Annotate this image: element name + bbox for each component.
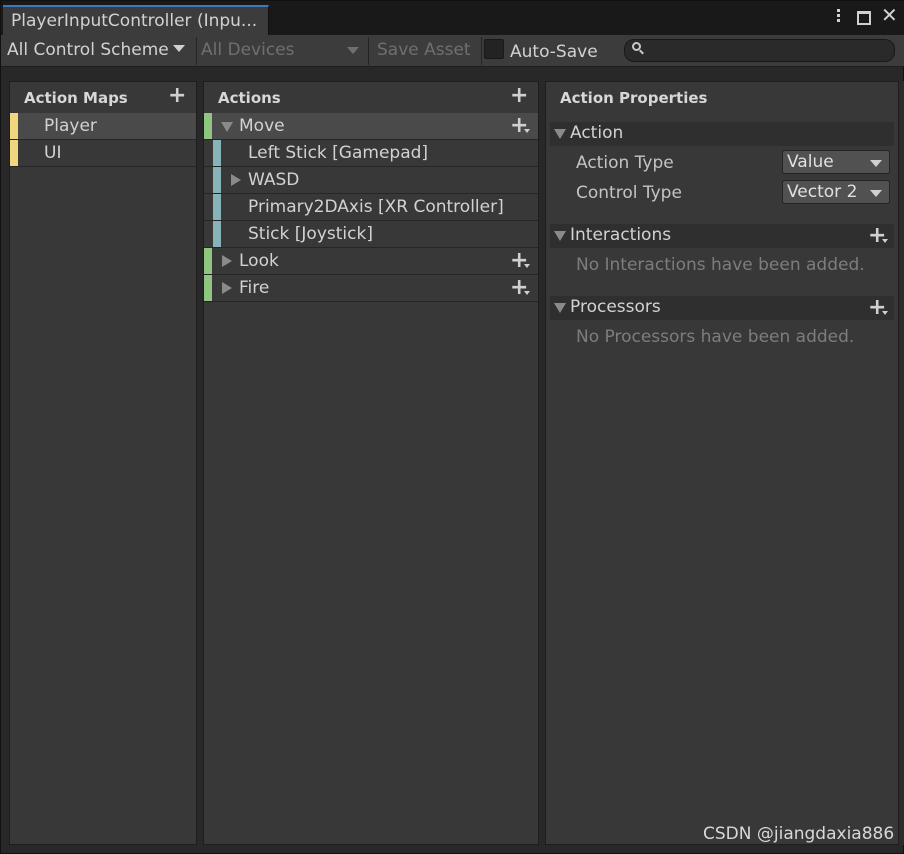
action-label: Fire — [239, 278, 270, 298]
action-maps-title: Action Maps — [24, 89, 128, 107]
window-tab[interactable]: PlayerInputController (Inpu... — [3, 5, 269, 35]
action-properties-header: Action Properties — [546, 82, 898, 112]
expand-arrow-icon — [554, 129, 566, 139]
interactions-empty-message: No Interactions have been added. — [576, 255, 865, 275]
action-maps-panel: Action Maps + Player UI — [9, 81, 197, 845]
expand-arrow-icon[interactable] — [222, 255, 232, 267]
close-icon[interactable]: ✕ — [881, 5, 898, 25]
binding-color-bar — [213, 194, 221, 220]
action-type-dropdown[interactable]: Value — [782, 150, 890, 174]
action-maps-list: Player UI — [10, 112, 196, 844]
expand-arrow-icon[interactable] — [221, 122, 233, 132]
window-tab-title: PlayerInputController (Inpu... — [11, 11, 258, 31]
action-label: Look — [239, 251, 279, 271]
maximize-icon[interactable] — [857, 11, 871, 25]
binding-color-bar — [213, 140, 221, 166]
action-maps-header: Action Maps + — [10, 82, 196, 112]
tab-bar: PlayerInputController (Inpu... ✕ — [1, 1, 904, 35]
action-map-label: UI — [44, 143, 62, 163]
action-color-bar — [204, 248, 212, 274]
action-map-label: Player — [44, 116, 97, 136]
toolbar-divider — [196, 37, 197, 65]
toolbar: All Control Scheme All Devices Save Asse… — [1, 35, 904, 67]
binding-label: WASD — [248, 170, 300, 190]
binding-color-bar — [213, 221, 221, 247]
binding-label: Left Stick [Gamepad] — [248, 143, 429, 163]
processors-empty-message: No Processors have been added. — [576, 327, 855, 347]
action-label: Move — [239, 116, 285, 136]
action-section-title: Action — [570, 123, 624, 143]
actions-header: Actions + — [204, 82, 538, 112]
toolbar-divider — [368, 37, 369, 65]
action-map-item-player[interactable]: Player — [10, 113, 196, 140]
add-processor-icon[interactable]: + — [868, 297, 889, 319]
interactions-section-title: Interactions — [570, 225, 672, 245]
binding-item[interactable]: Stick [Joystick] — [204, 221, 538, 248]
input-actions-window: PlayerInputController (Inpu... ✕ All Con… — [0, 0, 904, 854]
composite-binding-item[interactable]: WASD — [204, 167, 538, 194]
binding-color-bar — [213, 167, 221, 193]
chevron-down-icon — [870, 160, 882, 167]
auto-save-checkbox[interactable] — [484, 39, 504, 59]
devices-label: All Devices — [201, 40, 295, 60]
control-scheme-dropdown[interactable]: All Control Scheme — [7, 35, 185, 66]
add-interaction-icon[interactable]: + — [868, 225, 889, 247]
expand-arrow-icon[interactable] — [222, 282, 232, 294]
action-type-value: Value — [787, 152, 834, 172]
chevron-down-icon — [172, 45, 185, 52]
actions-title: Actions — [218, 89, 281, 107]
action-properties-body: Action Action Type Value Control Type Ve… — [546, 112, 898, 844]
binding-item[interactable]: Primary2DAxis [XR Controller] — [204, 194, 538, 221]
toolbar-divider — [481, 37, 482, 65]
add-action-button[interactable]: + — [510, 85, 528, 107]
binding-item[interactable]: Left Stick [Gamepad] — [204, 140, 538, 167]
processors-section-header[interactable]: Processors + — [550, 296, 894, 320]
processors-section-title: Processors — [570, 297, 661, 317]
action-item-move[interactable]: Move + — [204, 113, 538, 140]
binding-label: Primary2DAxis [XR Controller] — [248, 197, 504, 217]
add-binding-icon[interactable]: + — [510, 277, 531, 299]
interactions-section-header[interactable]: Interactions + — [550, 224, 894, 248]
search-icon — [632, 42, 641, 51]
control-type-value: Vector 2 — [787, 182, 858, 202]
window-edge — [899, 81, 904, 845]
action-map-color-bar — [10, 113, 18, 139]
watermark: CSDN @jiangdaxia886 — [703, 824, 895, 844]
expand-arrow-icon — [554, 231, 566, 241]
binding-label: Stick [Joystick] — [248, 224, 373, 244]
action-item-look[interactable]: Look + — [204, 248, 538, 275]
action-color-bar — [204, 113, 212, 139]
add-action-map-button[interactable]: + — [168, 85, 186, 107]
control-scheme-label: All Control Scheme — [7, 40, 169, 60]
action-map-color-bar — [10, 140, 18, 166]
actions-panel: Actions + Move + Left Stick [Gamepad] WA… — [203, 81, 539, 845]
chevron-down-icon — [347, 47, 359, 54]
kebab-menu-icon[interactable] — [833, 7, 843, 24]
action-map-item-ui[interactable]: UI — [10, 140, 196, 167]
action-item-fire[interactable]: Fire + — [204, 275, 538, 302]
add-binding-icon[interactable]: + — [510, 250, 531, 272]
add-binding-icon[interactable]: + — [510, 115, 531, 137]
actions-tree: Move + Left Stick [Gamepad] WASD Primary… — [204, 112, 538, 844]
chevron-down-icon — [870, 190, 882, 197]
devices-dropdown[interactable]: All Devices — [201, 35, 359, 66]
action-properties-title: Action Properties — [560, 89, 708, 107]
expand-arrow-icon[interactable] — [231, 174, 241, 186]
auto-save-label: Auto-Save — [510, 42, 598, 62]
control-type-label: Control Type — [576, 183, 682, 203]
action-type-label: Action Type — [576, 153, 674, 173]
expand-arrow-icon — [554, 303, 566, 313]
action-color-bar — [204, 275, 212, 301]
action-section-header[interactable]: Action — [550, 122, 894, 146]
control-type-dropdown[interactable]: Vector 2 — [782, 180, 890, 204]
search-input[interactable] — [624, 39, 895, 62]
save-asset-button[interactable]: Save Asset — [377, 35, 471, 66]
action-properties-panel: Action Properties Action Action Type Val… — [545, 81, 899, 845]
